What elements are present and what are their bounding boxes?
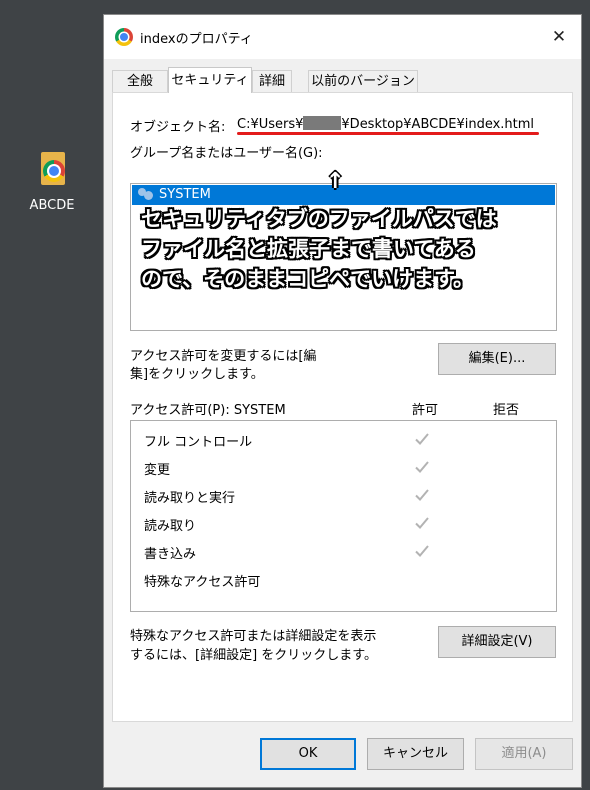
desktop-folder-abcde[interactable]: ABCDE	[22, 150, 82, 213]
perm-modify: 変更	[144, 463, 171, 478]
perm-read: 読み取り	[144, 519, 197, 534]
edit-button[interactable]: 編集(E)...	[438, 343, 556, 375]
annotation-underline	[237, 132, 539, 135]
user-name: SYSTEM	[159, 187, 211, 202]
object-path-prefix: C:¥Users¥	[237, 117, 304, 132]
permissions-list: フル コントロール 変更 読み取りと実行 読み取り 書き込み 特殊なアクセス許可	[130, 420, 557, 612]
tab-general[interactable]: 全般	[112, 70, 168, 92]
check-icon	[413, 486, 431, 504]
object-path: C:¥Users¥ ¥Desktop¥ABCDE¥index.html	[237, 116, 534, 132]
object-name-label: オブジェクト名:	[130, 120, 226, 135]
permissions-header: アクセス許可(P): SYSTEM	[130, 403, 286, 418]
chrome-icon	[115, 28, 133, 46]
perm-full-control: フル コントロール	[144, 435, 253, 450]
perm-special: 特殊なアクセス許可	[144, 575, 261, 590]
apply-button[interactable]: 適用(A)	[475, 738, 573, 770]
group-label: グループ名またはユーザー名(G):	[130, 146, 323, 161]
check-icon	[413, 514, 431, 532]
desktop-icon-label: ABCDE	[29, 198, 75, 213]
title-bar: indexのプロパティ ✕	[104, 15, 581, 59]
check-icon	[413, 458, 431, 476]
object-path-suffix: ¥Desktop¥ABCDE¥index.html	[341, 117, 535, 132]
security-panel: オブジェクト名: C:¥Users¥ ¥Desktop¥ABCDE¥index.h…	[112, 92, 573, 722]
change-desc-line1: アクセス許可を変更するには[編	[130, 349, 317, 364]
annotation-line-3: ので、そのままコピペでいけます。	[141, 267, 475, 291]
advanced-button[interactable]: 詳細設定(V)	[438, 626, 556, 658]
perm-write: 書き込み	[144, 547, 197, 562]
deny-header: 拒否	[493, 403, 520, 418]
check-icon	[413, 542, 431, 560]
close-button[interactable]: ✕	[537, 15, 581, 59]
annotation-line-2: ファイル名と拡張子まで書いてある	[141, 237, 476, 261]
tab-details[interactable]: 詳細	[252, 70, 292, 92]
tab-previous-versions[interactable]: 以前のバージョン	[308, 70, 418, 92]
chrome-file-icon	[37, 150, 67, 188]
advanced-desc-line1: 特殊なアクセス許可または詳細設定を表示	[130, 629, 377, 644]
properties-dialog: indexのプロパティ ✕ 全般 セキュリティ 詳細 以前のバージョン オブジェ…	[103, 14, 582, 788]
annotation-arrow: ↑	[326, 169, 345, 194]
tab-security[interactable]: セキュリティ	[168, 67, 252, 93]
perm-read-execute: 読み取りと実行	[144, 491, 236, 506]
advanced-desc-line2: するには、[詳細設定] をクリックします。	[130, 648, 377, 663]
change-desc-line2: 集]をクリックします。	[130, 367, 264, 382]
check-icon	[413, 430, 431, 448]
dialog-title: indexのプロパティ	[140, 32, 253, 47]
allow-header: 許可	[412, 403, 439, 418]
annotation-line-1: セキュリティタブのファイルパスでは	[141, 207, 497, 231]
ok-button[interactable]: OK	[260, 738, 356, 770]
redacted-username	[303, 116, 342, 130]
user-group-icon	[138, 188, 154, 202]
cancel-button[interactable]: キャンセル	[367, 738, 464, 770]
